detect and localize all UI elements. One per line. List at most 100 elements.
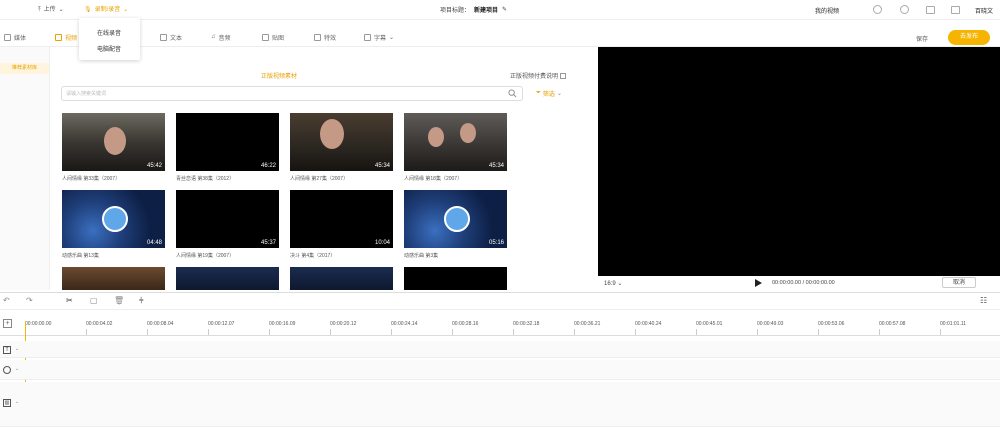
- video-caption: 动感乐曲 第3集: [404, 253, 439, 259]
- timeline-tick-label: 00:00:53.06: [818, 321, 845, 327]
- video-thumbnail[interactable]: 45:42: [62, 113, 165, 171]
- video-thumbnail[interactable]: 45:34: [290, 113, 393, 171]
- edit-icon[interactable]: ✎: [502, 6, 507, 13]
- timeline-settings-icon[interactable]: ☷: [980, 296, 987, 305]
- play-icon[interactable]: [755, 279, 762, 287]
- dropdown-item-online-record[interactable]: 在线录音: [97, 28, 121, 37]
- text-track[interactable]: [0, 341, 1000, 358]
- tab-effects[interactable]: 特效: [314, 32, 336, 42]
- timeline-tick: [513, 329, 514, 335]
- redo-icon[interactable]: ↷: [26, 296, 33, 305]
- edit-toolbar: [0, 292, 1000, 310]
- timeline-tick-label: 00:00:12.07: [208, 321, 235, 327]
- video-thumbnail[interactable]: 05:16: [404, 190, 507, 248]
- timeline-tick-label: 00:00:32.18: [513, 321, 540, 327]
- upload-label: 上传: [43, 7, 56, 13]
- chevron-down-icon: ⌄: [617, 281, 623, 287]
- user-name[interactable]: 百晓文: [975, 6, 993, 15]
- timeline-tick-label: 00:00:00.00: [25, 321, 52, 327]
- filter-icon: ⏷: [536, 90, 541, 96]
- search-input[interactable]: 请输入搜索关键词: [66, 90, 106, 97]
- paid-info-link[interactable]: 正版视频付费说明: [510, 71, 567, 80]
- timeline-tick: [574, 329, 575, 335]
- timeline-tick: [330, 329, 331, 335]
- video-thumbnail[interactable]: [404, 267, 507, 290]
- timeline-tick-label: 00:01:01.11: [940, 321, 967, 327]
- video-thumbnail[interactable]: 04:48: [62, 190, 165, 248]
- settings-icon[interactable]: [900, 5, 909, 14]
- chevron-down-icon: ⌄: [58, 7, 64, 13]
- message-icon[interactable]: [926, 6, 935, 14]
- timeline-tick: [879, 329, 880, 335]
- project-title: 项目标题： 新建项目 ✎: [440, 5, 507, 14]
- tab-media[interactable]: 媒体: [4, 32, 26, 42]
- scissors-icon[interactable]: ✂: [66, 296, 73, 305]
- chevron-down-icon[interactable]: ⌄: [15, 366, 19, 372]
- video-thumbnail[interactable]: [62, 267, 165, 290]
- chevron-down-icon: ⌄: [389, 34, 395, 41]
- video-thumbnail[interactable]: 45:37: [176, 190, 279, 248]
- project-name[interactable]: 新建项目: [474, 5, 498, 14]
- timeline-tick: [940, 329, 941, 335]
- undo-icon[interactable]: ↶: [3, 296, 10, 305]
- video-caption: 决斗 第4集（2017）: [290, 253, 336, 259]
- video-caption: 人间情缘 第18集（2007）: [404, 176, 463, 182]
- sidebar-item-recommended[interactable]: 推荐素材库: [0, 63, 49, 74]
- text-icon: [160, 33, 167, 41]
- video-thumbnail[interactable]: [176, 267, 279, 290]
- timeline-tick-label: 00:00:24.14: [391, 321, 418, 327]
- help-icon[interactable]: [873, 5, 882, 14]
- avatar[interactable]: [951, 6, 960, 14]
- timeline-tick: [452, 329, 453, 335]
- tab-sticker[interactable]: 贴图: [262, 32, 284, 42]
- chevron-down-icon[interactable]: ⌄: [15, 346, 19, 352]
- search-icon[interactable]: [508, 89, 517, 98]
- video-caption: 人间情缘 第33集（2007）: [62, 176, 121, 182]
- tab-audio[interactable]: ♫ 音频: [211, 32, 231, 42]
- media-icon: [4, 33, 11, 41]
- timeline-tick: [208, 329, 209, 335]
- video-caption: 人间情缘 第27集（2007）: [290, 176, 349, 182]
- timeline-tick: [635, 329, 636, 335]
- tab-subtitle[interactable]: 字幕 ⌄: [364, 32, 394, 42]
- record-menu[interactable]: 🎙 录制/录音 ⌄: [84, 5, 128, 15]
- subtab-licensed[interactable]: 正版视频素材: [261, 71, 297, 80]
- filter-button[interactable]: ⏷ 筛选 ⌄: [536, 89, 562, 98]
- chevron-down-icon[interactable]: ⌄: [15, 399, 19, 405]
- video-thumbnail[interactable]: 45:34: [404, 113, 507, 171]
- video-duration: 45:34: [374, 163, 390, 169]
- microphone-icon: 🎙: [84, 7, 92, 13]
- save-button[interactable]: 保存: [916, 34, 928, 43]
- cancel-button[interactable]: 取消: [942, 277, 976, 288]
- timeline-tick: [757, 329, 758, 335]
- video-caption: 青丝恋语 第38集（2012）: [176, 176, 235, 182]
- tab-video[interactable]: 视频: [55, 32, 77, 42]
- chevron-down-icon: ⌄: [556, 91, 562, 97]
- search-box[interactable]: [61, 86, 523, 101]
- audio-track[interactable]: [0, 360, 1000, 380]
- sticker-icon: [262, 33, 269, 41]
- tab-text[interactable]: 文本: [160, 32, 182, 42]
- dropdown-item-voiceover[interactable]: 电脑配音: [97, 44, 121, 53]
- material-sidebar: 推荐素材库: [0, 47, 50, 290]
- my-videos-link[interactable]: 我的视频: [815, 6, 839, 15]
- music-icon: ♫: [211, 34, 216, 40]
- video-thumbnail[interactable]: 46:22: [176, 113, 279, 171]
- timeline-tick-label: 00:00:40.24: [635, 321, 662, 327]
- aspect-ratio-select[interactable]: 16:9 ⌄: [604, 280, 622, 287]
- copy-icon[interactable]: ▢: [90, 296, 98, 305]
- top-bar: ⤒ 上传 ⌄ 🎙 录制/录音 ⌄ 项目标题： 新建项目 ✎ 我的视频 百晓文: [0, 0, 1000, 20]
- split-icon[interactable]: ⫩: [139, 296, 144, 306]
- timeline-tick-label: 00:00:08.04: [147, 321, 174, 327]
- effects-icon: [314, 33, 321, 41]
- video-thumbnail[interactable]: 10:04: [290, 190, 393, 248]
- publish-button[interactable]: 去发布: [948, 30, 990, 45]
- add-track-icon[interactable]: +: [3, 319, 12, 328]
- video-preview[interactable]: [598, 47, 1000, 276]
- delete-icon[interactable]: 🗑: [114, 296, 124, 305]
- video-thumbnail[interactable]: [290, 267, 393, 290]
- video-icon: [55, 33, 62, 41]
- subtitle-icon: [364, 33, 371, 41]
- upload-menu[interactable]: ⤒ 上传 ⌄: [38, 5, 64, 15]
- video-track[interactable]: [0, 382, 1000, 427]
